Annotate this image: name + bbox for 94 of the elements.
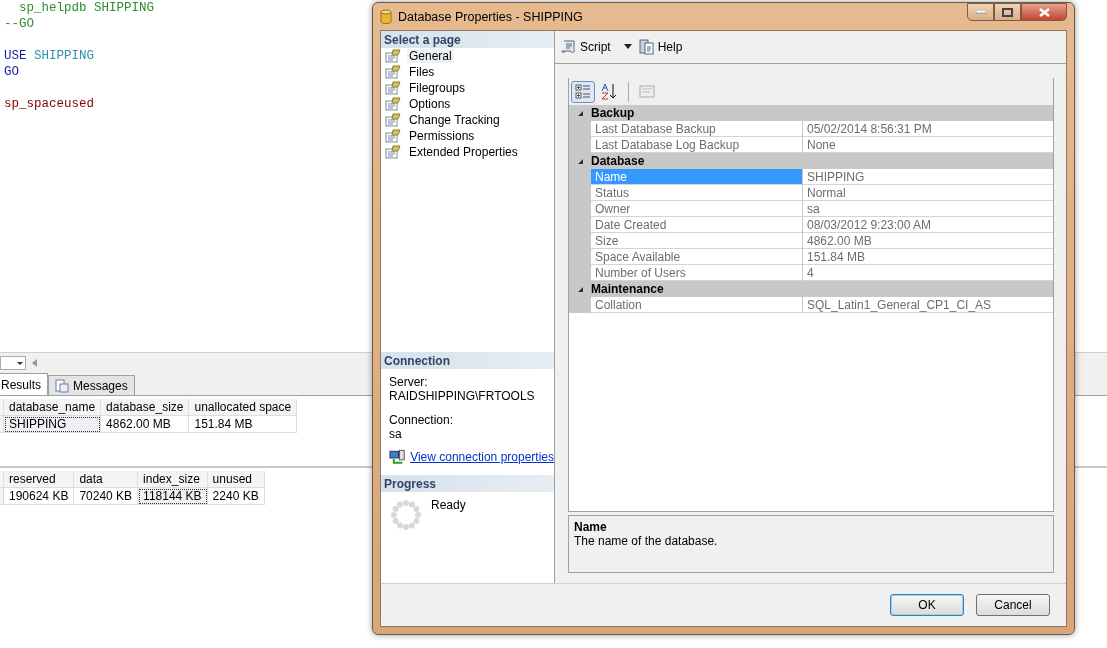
column-header[interactable]: database_name bbox=[4, 399, 102, 416]
property-value: 151.84 MB bbox=[803, 249, 1053, 265]
dropdown-arrow-icon[interactable] bbox=[622, 44, 633, 50]
category-header: Backup bbox=[591, 106, 635, 120]
column-header[interactable]: data bbox=[74, 471, 139, 488]
collapse-icon[interactable] bbox=[576, 285, 584, 293]
property-value: 4862.00 MB bbox=[803, 233, 1053, 249]
page-list-item[interactable]: Change Tracking bbox=[407, 113, 502, 127]
column-header[interactable]: unallocated space bbox=[189, 399, 298, 416]
dialog-button[interactable]: Cancel bbox=[976, 594, 1050, 616]
column-header[interactable]: reserved bbox=[4, 471, 75, 488]
section-header: Connection bbox=[381, 352, 554, 369]
description-title: Name bbox=[574, 520, 608, 534]
page-list-item[interactable]: Files bbox=[407, 65, 437, 79]
section-header: Select a page bbox=[381, 31, 554, 48]
help-button[interactable]: Help bbox=[638, 39, 683, 55]
messages-icon bbox=[55, 378, 69, 393]
code-token: sp_helpdb SHIPPING bbox=[18, 0, 155, 16]
page-list-item[interactable]: Permissions bbox=[407, 129, 477, 143]
table-cell: SHIPPING bbox=[4, 416, 102, 433]
page-list-item[interactable]: General bbox=[407, 49, 454, 63]
document-icon bbox=[638, 39, 655, 55]
page-icon bbox=[385, 49, 403, 63]
server-value: RAIDSHIPPING\FRTOOLS bbox=[389, 389, 536, 403]
table-cell: 4862.00 MB bbox=[101, 416, 190, 433]
database-icon bbox=[380, 8, 392, 25]
page-icon bbox=[385, 97, 403, 111]
category-header: Database bbox=[591, 154, 645, 168]
minimize-icon bbox=[975, 10, 986, 14]
close-button[interactable] bbox=[1021, 3, 1067, 21]
page-icon bbox=[385, 81, 403, 95]
page-list-item[interactable]: Filegroups bbox=[407, 81, 468, 95]
property-value: None bbox=[803, 137, 1053, 153]
property-name[interactable]: Collation bbox=[591, 297, 802, 313]
results-tab[interactable]: Messages bbox=[48, 375, 135, 395]
minimize-button[interactable] bbox=[967, 3, 994, 21]
property-name[interactable]: Number of Users bbox=[591, 265, 802, 281]
property-name[interactable]: Size bbox=[591, 233, 802, 249]
scroll-icon bbox=[561, 39, 577, 55]
property-value: SQL_Latin1_General_CP1_CI_AS bbox=[803, 297, 1053, 313]
table-cell: 151.84 MB bbox=[189, 416, 298, 433]
code-token: GO bbox=[4, 64, 19, 80]
progress-status: Ready bbox=[431, 498, 466, 514]
column-header[interactable]: index_size bbox=[138, 471, 208, 488]
property-value: 08/03/2012 9:23:00 AM bbox=[803, 217, 1053, 233]
dialog-button[interactable]: OK bbox=[890, 594, 964, 616]
page-list-item[interactable]: Extended Properties bbox=[407, 145, 520, 159]
script-button[interactable]: Script bbox=[561, 39, 611, 55]
page-icon bbox=[385, 145, 403, 159]
collapse-icon[interactable] bbox=[576, 157, 584, 165]
property-name[interactable]: Status bbox=[591, 185, 802, 201]
network-icon bbox=[389, 449, 407, 465]
collapse-icon[interactable] bbox=[576, 109, 584, 117]
column-header[interactable]: database_size bbox=[101, 399, 190, 416]
window-title: Database Properties - SHIPPING bbox=[398, 9, 584, 24]
code-token: --GO bbox=[4, 16, 34, 32]
property-name[interactable]: Last Database Backup bbox=[591, 121, 802, 137]
close-icon bbox=[1038, 7, 1050, 17]
property-pages-icon bbox=[638, 83, 656, 100]
property-value: SHIPPING bbox=[803, 169, 1053, 185]
maximize-icon bbox=[1002, 7, 1013, 17]
property-value: sa bbox=[803, 201, 1053, 217]
categorized-view-button[interactable] bbox=[571, 80, 595, 103]
view-connection-link[interactable]: View connection properties bbox=[410, 450, 554, 464]
property-value: Normal bbox=[803, 185, 1053, 201]
property-value: 05/02/2014 8:56:31 PM bbox=[803, 121, 1053, 137]
column-header[interactable]: unused bbox=[207, 471, 265, 488]
categorized-icon bbox=[574, 83, 592, 100]
page-list-item[interactable]: Options bbox=[407, 97, 453, 111]
property-value: 4 bbox=[803, 265, 1053, 281]
alphabetical-icon bbox=[601, 83, 619, 100]
code-token: sp_spaceused bbox=[4, 96, 94, 112]
page-icon bbox=[385, 129, 403, 143]
section-header: Progress bbox=[381, 475, 554, 492]
category-header: Maintenance bbox=[591, 282, 664, 296]
property-name[interactable]: Space Available bbox=[591, 249, 802, 265]
server-label: Server: bbox=[389, 375, 429, 389]
table-cell: 118144 KB bbox=[138, 488, 208, 505]
page-icon bbox=[385, 65, 403, 79]
zoom-dropdown[interactable] bbox=[0, 355, 26, 371]
connection-value: sa bbox=[389, 427, 403, 441]
property-name[interactable]: Last Database Log Backup bbox=[591, 137, 802, 153]
spinner-icon bbox=[389, 498, 423, 532]
table-cell: 2240 KB bbox=[207, 488, 265, 505]
description-text: The name of the database. bbox=[574, 534, 719, 548]
table-cell: 190624 KB bbox=[4, 488, 75, 505]
property-name[interactable]: Date Created bbox=[591, 217, 802, 233]
property-name[interactable]: Owner bbox=[591, 201, 802, 217]
connection-label: Connection: bbox=[389, 413, 455, 427]
page-icon bbox=[385, 113, 403, 127]
maximize-button[interactable] bbox=[994, 3, 1021, 21]
code-token: USE bbox=[4, 48, 27, 64]
code-token: SHIPPING bbox=[34, 48, 95, 64]
results-tab[interactable]: Results bbox=[0, 373, 48, 395]
